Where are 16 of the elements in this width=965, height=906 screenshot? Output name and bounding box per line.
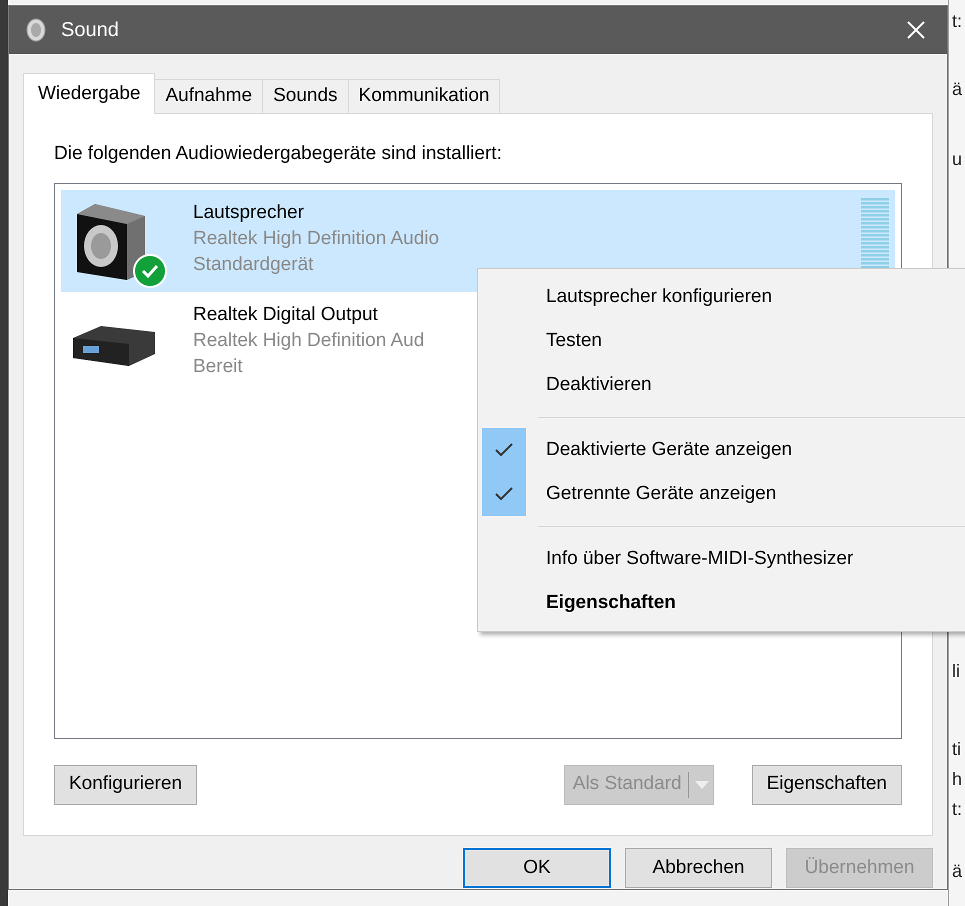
background-text: t:	[952, 800, 962, 818]
window-title: Sound	[61, 18, 119, 43]
device-status: Bereit	[193, 354, 244, 378]
device-name: Realtek Digital Output	[193, 302, 379, 326]
background-text: u	[952, 150, 962, 168]
background-text: ä	[952, 80, 962, 98]
background-text: ä	[952, 862, 962, 880]
device-name: Lautsprecher	[193, 200, 305, 224]
background-text: t:	[952, 12, 962, 30]
device-driver: Realtek High Definition Aud	[193, 328, 424, 352]
background-text: ti	[952, 740, 961, 758]
background-text: h	[952, 770, 962, 788]
device-status: Standardgerät	[193, 252, 314, 276]
background-text: li	[952, 662, 960, 680]
device-driver: Realtek High Definition Audio	[193, 226, 440, 250]
instruction-text: Die folgenden Audiowiedergabegeräte sind installiert:	[54, 142, 503, 166]
